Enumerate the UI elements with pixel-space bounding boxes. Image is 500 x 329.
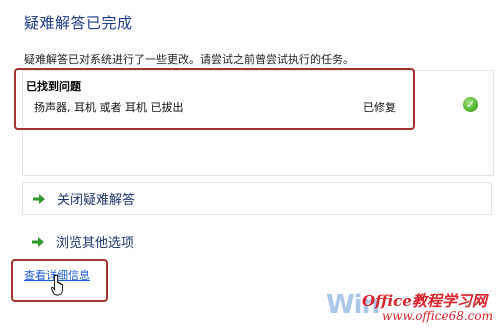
page-title: 疑难解答已完成 (24, 14, 133, 32)
watermark-brand: Office教程学习网 (362, 292, 487, 310)
arrow-right-icon (33, 193, 45, 204)
browse-other-options-label: 浏览其他选项 (56, 236, 135, 251)
site-watermark: Win Office教程学习网 www.office68.com (322, 288, 500, 328)
troubleshooting-complete-window: 疑难解答已完成 疑难解答已对系统进行了一些更改。请尝试之前曾尝试执行的任务。 已… (0, 0, 500, 329)
arrow-right-icon (32, 236, 44, 247)
watermark-url: www.office68.com (382, 309, 493, 323)
annotation-highlight-problems (14, 68, 415, 130)
browse-other-options-button[interactable]: 浏览其他选项 (22, 225, 492, 258)
close-troubleshooter-label: 关闭疑难解答 (57, 193, 136, 208)
close-troubleshooter-button[interactable]: 关闭疑难解答 (22, 182, 492, 215)
description-text: 疑难解答已对系统进行了一些更改。请尝试之前曾尝试执行的任务。 (24, 53, 354, 66)
hand-cursor-icon (51, 274, 63, 296)
check-icon: ✓ (463, 97, 478, 112)
